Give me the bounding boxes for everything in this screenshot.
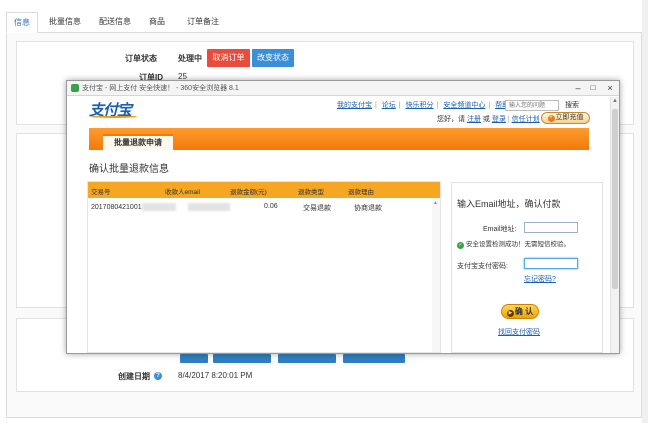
email-field[interactable]: [524, 222, 578, 233]
login-link[interactable]: 注册: [467, 116, 481, 123]
action-button[interactable]: [343, 354, 405, 363]
window-titlebar[interactable]: 支付宝 - 网上支付 安全快速！ - 360安全浏览器 8.1 – □ ×: [67, 81, 619, 96]
refund-table: 交易号 收款人email 退款金额(元) 退款类型 退款理由 201708042…: [87, 181, 441, 353]
page-scrollbar[interactable]: [642, 0, 648, 423]
tab-batch-refund[interactable]: 批量退款申请: [103, 134, 173, 150]
minimize-icon[interactable]: –: [571, 82, 585, 94]
nav-security[interactable]: 安全频道中心: [443, 102, 485, 109]
change-status-button[interactable]: 改变状态: [252, 49, 294, 67]
alipay-popup-window: 支付宝 - 网上支付 安全快速！ - 360安全浏览器 8.1 – □ × 支付…: [66, 80, 620, 354]
nav-points[interactable]: 快乐积分: [406, 102, 434, 109]
close-icon[interactable]: ×: [603, 82, 617, 94]
table-header: 交易号 收款人email 退款金额(元) 退款类型 退款理由: [88, 182, 440, 198]
tab-order-notes[interactable]: 订单备注: [180, 12, 226, 33]
help-search-button[interactable]: 搜索: [565, 100, 579, 110]
nav-my-alipay[interactable]: 我的支付宝: [337, 102, 372, 109]
order-status-label: 订单状态: [125, 54, 157, 63]
orange-nav-bar: 批量退款申请: [89, 128, 589, 150]
check-icon: ✓: [457, 242, 464, 249]
confirm-button[interactable]: ▶ 确 认: [501, 304, 539, 319]
maximize-icon[interactable]: □: [586, 82, 600, 94]
alipay-top-nav: 我的支付宝| 论坛| 快乐积分| 安全频道中心| 帮助中心: [337, 100, 526, 112]
logo-swoosh: [91, 115, 137, 118]
header-type: 退款类型: [298, 189, 324, 196]
cell-reason: 协商退款: [354, 205, 382, 212]
order-tabs: 信息 批量信息 配送信息 商品 订单备注: [6, 6, 642, 33]
payment-title: 输入Email地址，确认付款: [457, 199, 561, 209]
cell-email: [188, 203, 230, 211]
password-label: 支付宝支付密码:: [457, 263, 508, 270]
header-trade-no: 交易号: [91, 189, 111, 196]
section-title: 确认批量退款信息: [89, 164, 169, 175]
created-date-value: 8/4/2017 8:20:01 PM: [178, 371, 253, 380]
header-reason: 退款理由: [348, 189, 374, 196]
tab-products[interactable]: 商品: [142, 12, 172, 33]
header-amount: 退款金额(元): [230, 189, 267, 196]
forgot-password-link[interactable]: 忘记密码?: [524, 274, 556, 284]
action-button[interactable]: [278, 354, 336, 363]
cell-type: 交易退款: [303, 205, 331, 212]
order-status-value: 处理中: [178, 54, 202, 63]
nav-forum[interactable]: 论坛: [382, 102, 396, 109]
recharge-button[interactable]: + 立即充值: [541, 112, 590, 124]
table-scrollbar[interactable]: ▲: [432, 199, 440, 352]
action-button[interactable]: [213, 354, 271, 363]
browser-icon: [71, 84, 79, 92]
cancel-order-button[interactable]: 取消订单: [207, 49, 250, 67]
tab-batch-info[interactable]: 批量信息: [42, 12, 88, 33]
payment-panel: 输入Email地址，确认付款 Email地址: ✓ 安全设置检测成功！无需短信校验…: [451, 182, 603, 353]
alipay-logo[interactable]: 支付宝: [89, 99, 141, 121]
plus-icon: +: [547, 115, 555, 122]
scrollbar-thumb[interactable]: [612, 109, 618, 289]
arrow-icon: ▶: [506, 310, 514, 317]
help-icon[interactable]: ?: [154, 372, 162, 380]
scroll-up-icon[interactable]: ▲: [612, 98, 618, 104]
created-date-label: 创建日期: [118, 372, 150, 381]
help-search-input[interactable]: [505, 100, 559, 111]
scroll-up-icon[interactable]: ▲: [433, 200, 438, 206]
user-login-line: 您好，请 注册 或 登录 | 信任计划: [437, 116, 540, 123]
security-check-message: ✓ 安全设置检测成功！无需短信校验。: [457, 241, 570, 249]
table-row: 2017080421001 0.06 交易退款 协商退款: [88, 199, 440, 215]
email-label: Email地址:: [483, 226, 517, 233]
cell-trade-no: 2017080421001: [91, 203, 176, 211]
cell-amount: 0.06: [264, 203, 278, 210]
credit-plan-link[interactable]: 信任计划: [512, 116, 540, 123]
tab-info[interactable]: 信息: [6, 12, 38, 33]
action-button[interactable]: [180, 354, 208, 363]
register-link[interactable]: 登录: [492, 116, 506, 123]
tab-shipping-info[interactable]: 配送信息: [92, 12, 138, 33]
header-email: 收款人email: [165, 189, 201, 196]
password-field[interactable]: [524, 258, 578, 269]
find-password-link[interactable]: 找回支付密码: [498, 327, 540, 337]
window-title: 支付宝 - 网上支付 安全快速！ - 360安全浏览器 8.1: [82, 85, 239, 92]
popup-scrollbar[interactable]: ▲: [610, 97, 619, 353]
